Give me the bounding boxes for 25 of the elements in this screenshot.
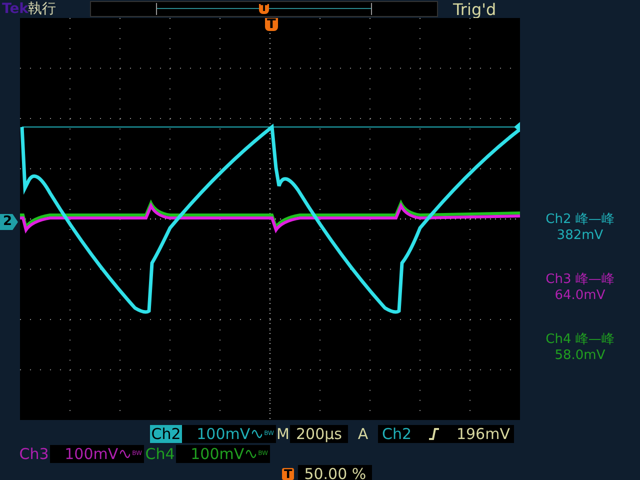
trigger-marker: T xyxy=(258,4,270,14)
measurement-value: 382mV xyxy=(556,228,604,244)
measurement-value: 64.0mV xyxy=(554,288,606,304)
horizontal-position-marker: T xyxy=(282,468,294,480)
measurement-label: Ch2 峰—峰 xyxy=(546,212,614,228)
sine-wave-icon xyxy=(252,429,262,439)
horizontal-position: 50.00 % xyxy=(298,465,372,480)
measurement-value: 58.0mV xyxy=(554,348,606,364)
sine-wave-icon xyxy=(120,449,130,459)
trigger-position-marker[interactable]: T xyxy=(265,18,278,31)
trigger-status: Trig'd xyxy=(453,0,496,18)
run-state: 執行 xyxy=(28,0,57,18)
rising-edge-icon xyxy=(429,428,439,440)
measurement-label: Ch4 峰—峰 xyxy=(546,332,614,348)
channel-label[interactable]: Ch4 xyxy=(144,445,176,463)
trigger-label: A xyxy=(356,425,370,443)
channel-label[interactable]: Ch2 xyxy=(150,425,182,443)
trigger-level-icon xyxy=(514,122,520,132)
timebase-label: M xyxy=(276,425,290,443)
trigger-setting: Ch2 196mV xyxy=(378,425,514,443)
channel-marker[interactable]: 2 xyxy=(0,214,18,230)
measurement-label: Ch3 峰—峰 xyxy=(546,272,614,288)
timebase-value: 200µs xyxy=(290,425,348,443)
brand-logo: Tek xyxy=(2,1,28,17)
sine-wave-icon xyxy=(246,449,256,459)
